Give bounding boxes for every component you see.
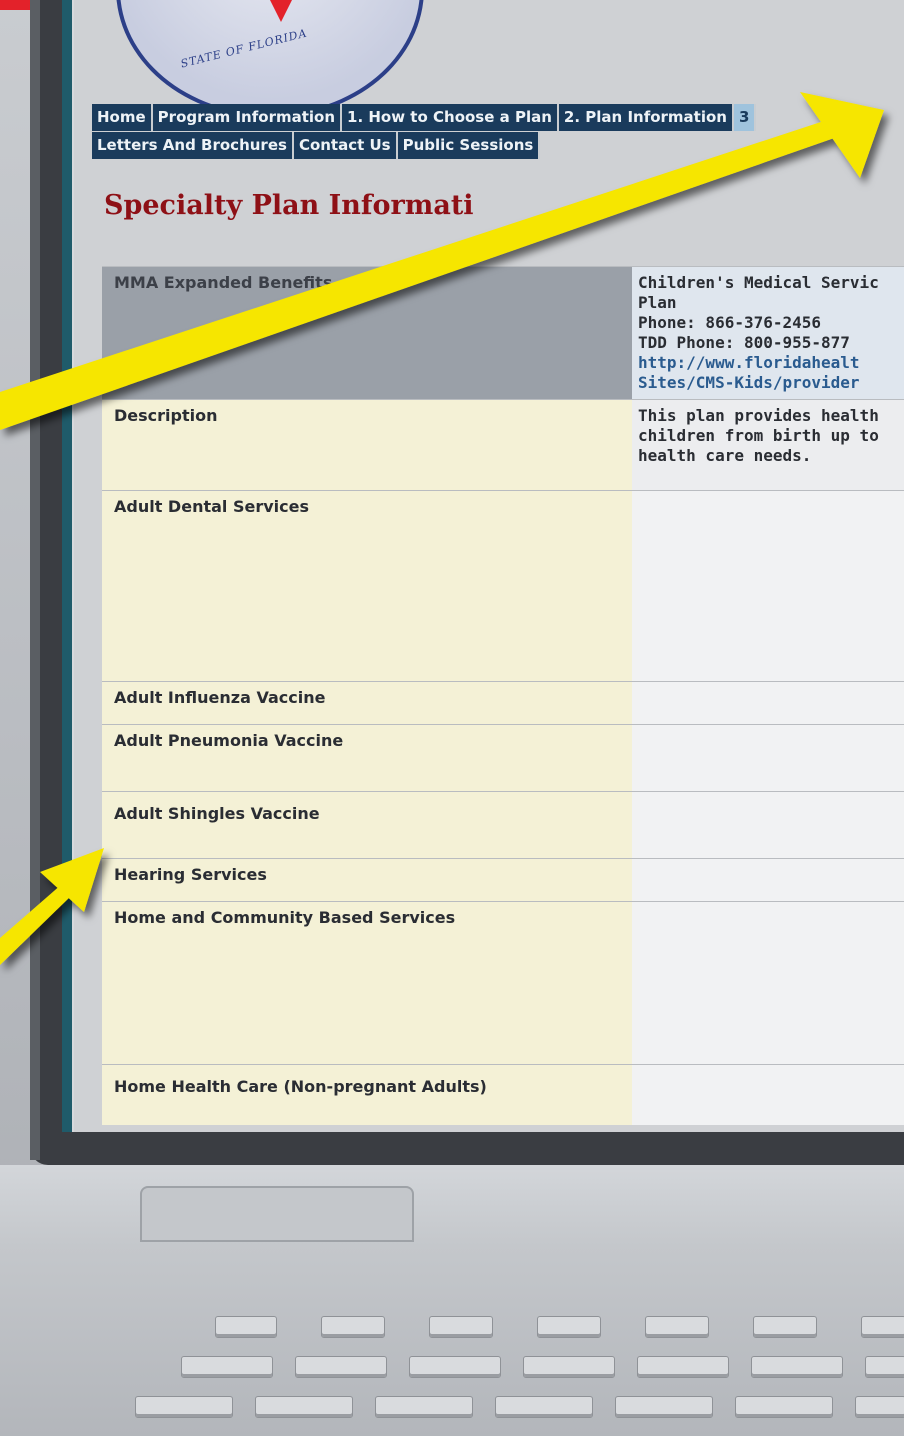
table-row: Adult Pneumonia Vaccine — [102, 724, 904, 791]
row-label-pneumonia: Adult Pneumonia Vaccine — [102, 725, 632, 791]
key — [855, 1396, 904, 1418]
row-value-pneumonia — [632, 725, 904, 791]
row-label-home-health: Home Health Care (Non-pregnant Adults) — [102, 1065, 632, 1125]
nav-row-1: Home Program Information 1. How to Choos… — [92, 104, 756, 131]
plan-phone: Phone: 866-376-2456 — [638, 313, 822, 332]
key — [135, 1396, 233, 1418]
plan-tdd-phone: TDD Phone: 800-955-877 — [638, 333, 850, 352]
row-value-home-community — [632, 902, 904, 1064]
plan-contact-cell: Children's Medical Servic Plan Phone: 86… — [632, 267, 904, 399]
plan-url-line-2[interactable]: Sites/CMS-Kids/provider — [638, 373, 898, 393]
plan-name-line-2: Plan — [638, 293, 677, 312]
nav-row-2: Letters And Brochures Contact Us Public … — [92, 132, 756, 159]
key — [295, 1356, 387, 1378]
key — [861, 1316, 904, 1338]
key-row-2 — [105, 1356, 904, 1382]
nav-plan-information[interactable]: 2. Plan Information — [558, 104, 734, 131]
key — [753, 1316, 817, 1338]
bezel-edge — [30, 0, 40, 1160]
main-nav: Home Program Information 1. How to Choos… — [92, 104, 756, 159]
plan-table: MMA Expanded Benefits Children's Medical… — [102, 266, 904, 1125]
nav-public-sessions[interactable]: Public Sessions — [397, 132, 541, 159]
key — [751, 1356, 843, 1378]
row-label-adult-dental: Adult Dental Services — [102, 491, 632, 681]
row-label-home-community: Home and Community Based Services — [102, 902, 632, 1064]
description-line-1: This plan provides health — [638, 406, 879, 425]
page-title: Specialty Plan Informati — [104, 190, 474, 221]
nav-contact-us[interactable]: Contact Us — [293, 132, 398, 159]
key-row-3 — [105, 1396, 904, 1422]
key — [321, 1316, 385, 1338]
lid-notch — [140, 1186, 414, 1242]
nav-how-to-choose[interactable]: 1. How to Choose a Plan — [342, 104, 559, 131]
table-row: Adult Dental Services — [102, 490, 904, 681]
nav-home[interactable]: Home — [92, 104, 153, 131]
row-label-description: Description — [102, 400, 632, 490]
key — [429, 1316, 493, 1338]
table-row: Home Health Care (Non-pregnant Adults) — [102, 1064, 904, 1125]
laptop-frame: STATE OF FLORIDA Home Program Informatio… — [0, 0, 904, 1436]
key — [215, 1316, 277, 1338]
key — [409, 1356, 501, 1378]
key — [637, 1356, 729, 1378]
row-value-influenza — [632, 682, 904, 724]
key — [615, 1396, 713, 1418]
key — [865, 1356, 904, 1378]
plan-url-line-1[interactable]: http://www.floridahealt — [638, 353, 898, 373]
row-label-influenza: Adult Influenza Vaccine — [102, 682, 632, 724]
table-row: Adult Influenza Vaccine — [102, 681, 904, 724]
page-left-border — [62, 0, 72, 1132]
nav-program-information[interactable]: Program Information — [152, 104, 343, 131]
key — [645, 1316, 709, 1338]
row-value-shingles — [632, 792, 904, 858]
key — [255, 1396, 353, 1418]
table-row: Home and Community Based Services — [102, 901, 904, 1064]
row-value-home-health — [632, 1065, 904, 1125]
key — [181, 1356, 273, 1378]
key — [523, 1356, 615, 1378]
table-header-row: MMA Expanded Benefits Children's Medical… — [102, 266, 904, 399]
nav-letters-brochures[interactable]: Letters And Brochures — [92, 132, 294, 159]
key — [537, 1316, 601, 1338]
nav-item-3-active[interactable]: 3 — [733, 104, 756, 131]
row-label-hearing: Hearing Services — [102, 859, 632, 901]
plan-name-line-1: Children's Medical Servic — [638, 273, 879, 292]
key — [495, 1396, 593, 1418]
key-row-1 — [105, 1316, 904, 1342]
row-value-description: This plan provides health children from … — [632, 400, 904, 490]
header-label: MMA Expanded Benefits — [102, 267, 632, 399]
row-label-shingles: Adult Shingles Vaccine — [102, 792, 632, 858]
key — [375, 1396, 473, 1418]
key — [735, 1396, 833, 1418]
table-row: Description This plan provides health ch… — [102, 399, 904, 490]
row-value-hearing — [632, 859, 904, 901]
description-line-2: children from birth up to — [638, 426, 879, 445]
keyboard — [105, 1300, 904, 1436]
table-row: Hearing Services — [102, 858, 904, 901]
table-row: Adult Shingles Vaccine — [102, 791, 904, 858]
description-line-3: health care needs. — [638, 446, 812, 465]
row-value-adult-dental — [632, 491, 904, 681]
